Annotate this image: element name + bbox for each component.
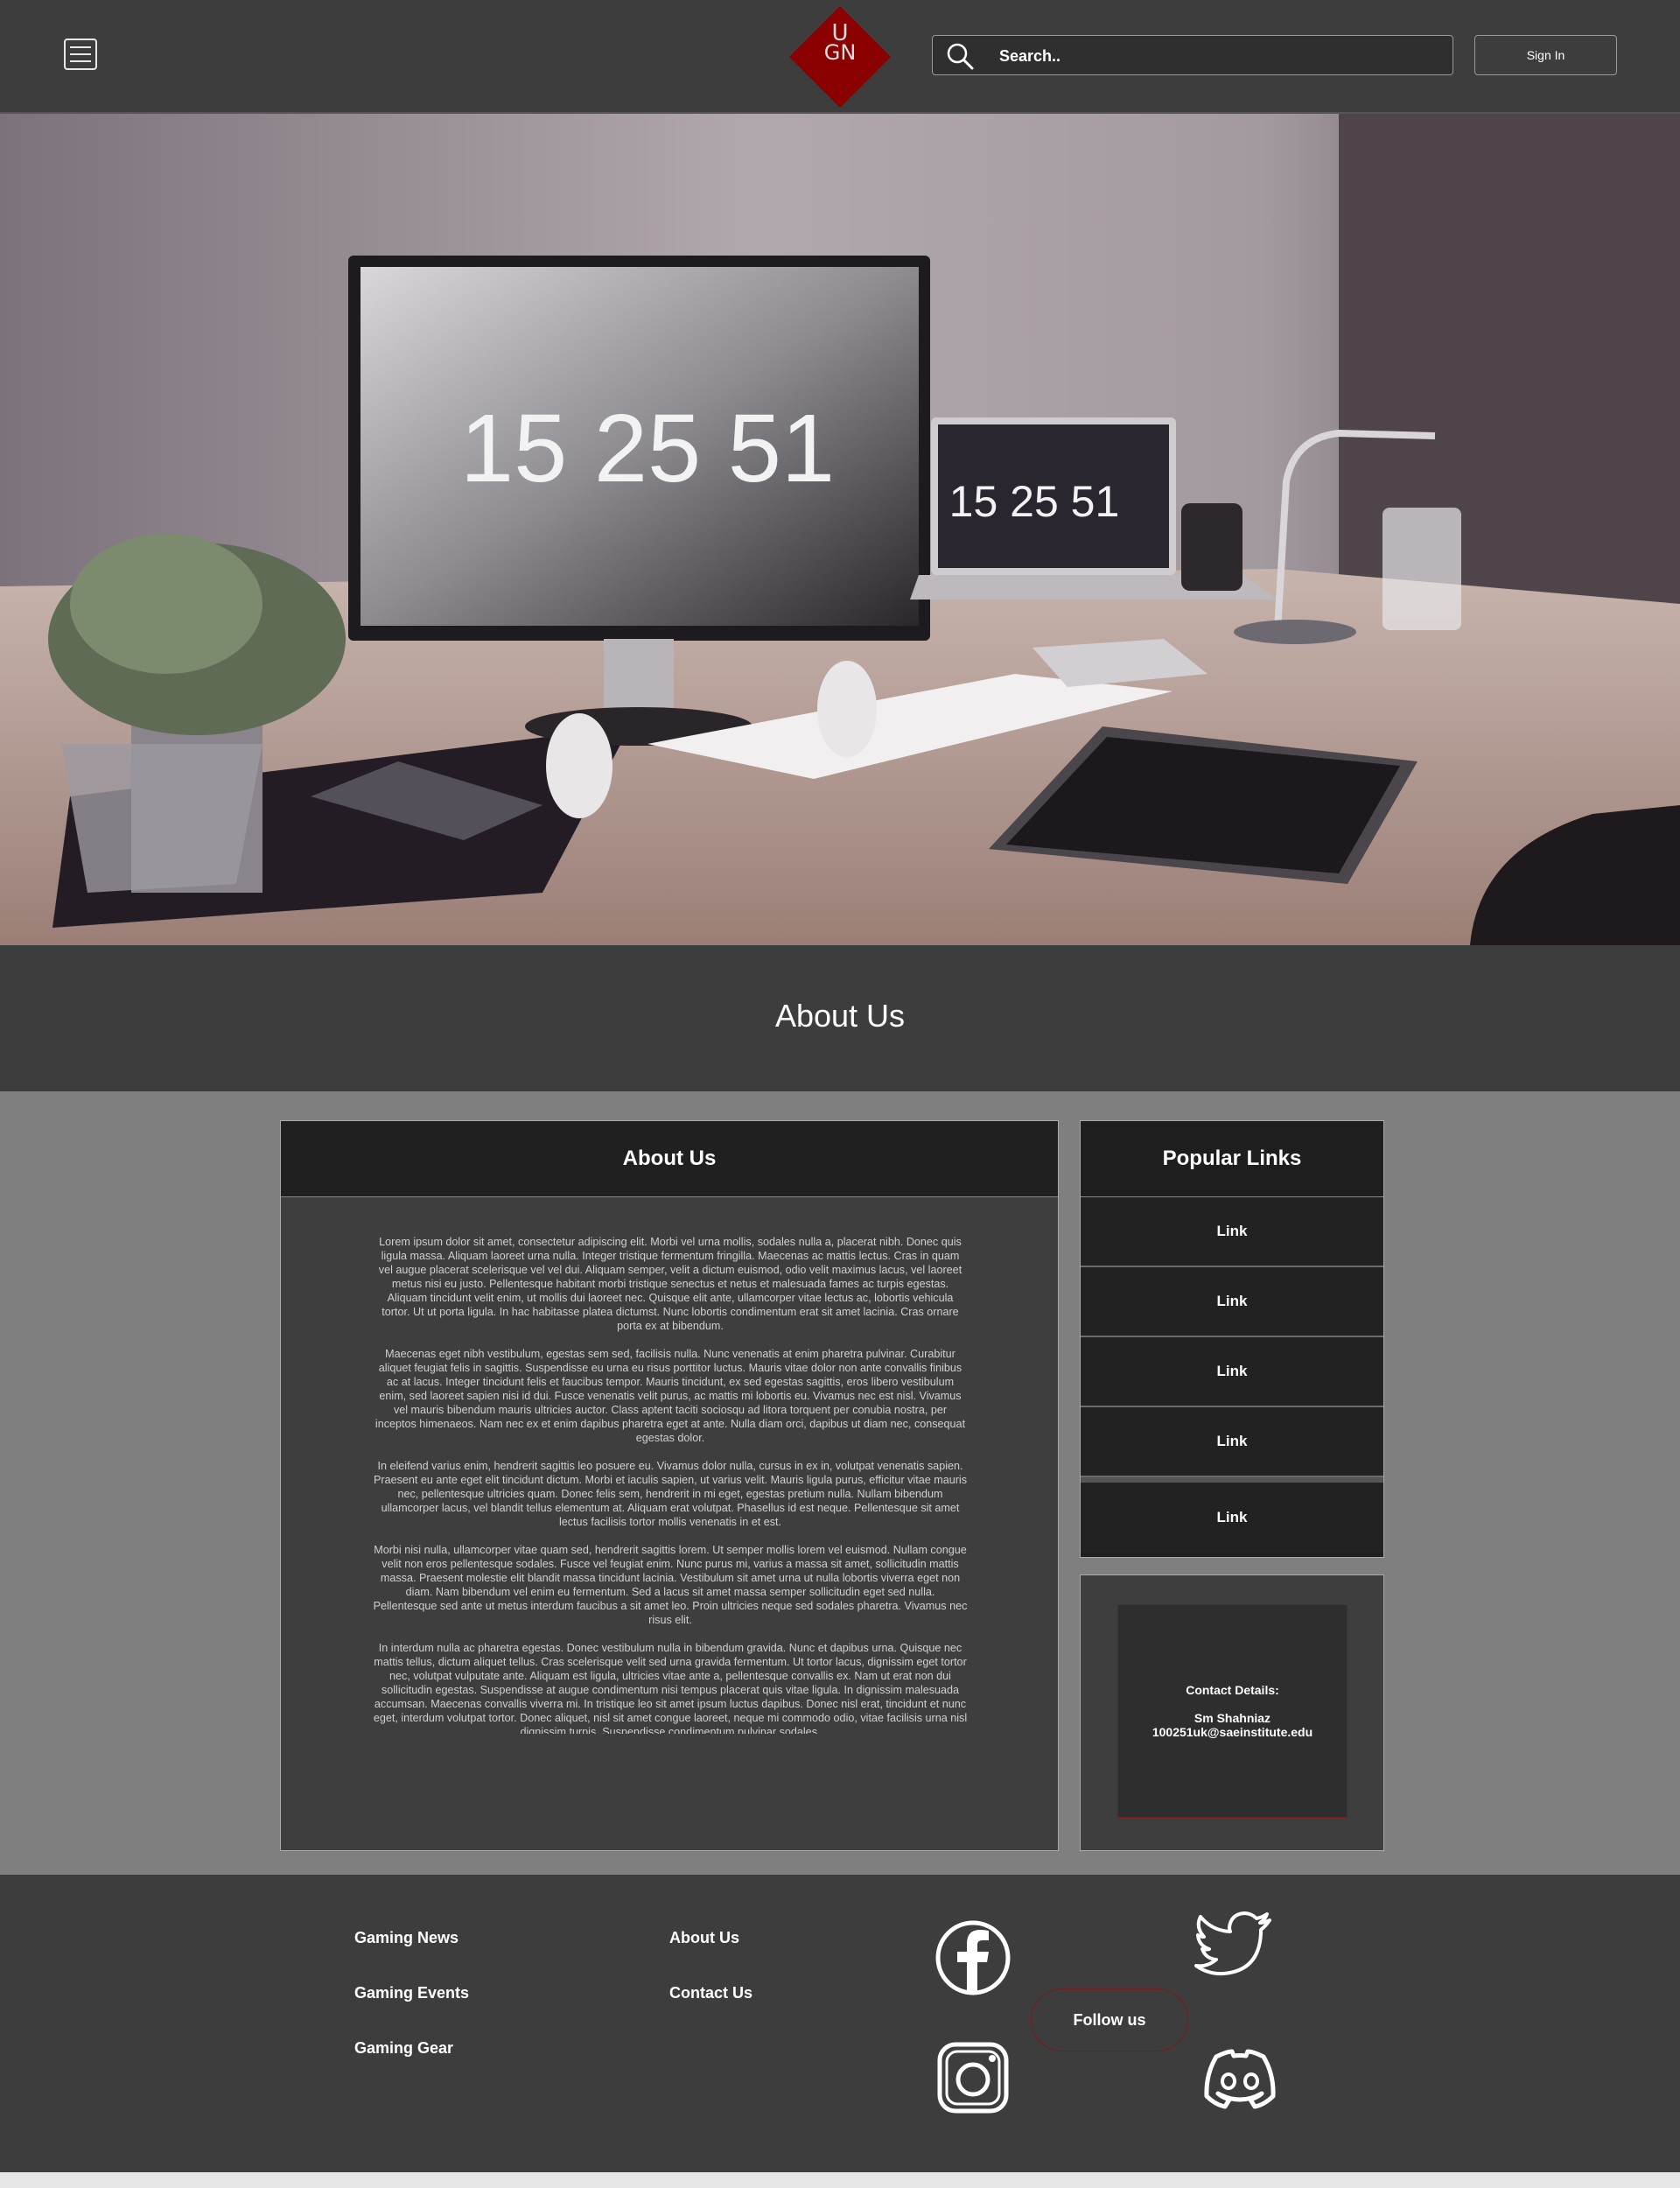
popular-links-card: Popular Links Link Link Link Link Link bbox=[1080, 1120, 1384, 1558]
footer-link-contact-us[interactable]: Contact Us bbox=[669, 1984, 752, 2002]
about-paragraph: Maecenas eget nibh vestibulum, egestas s… bbox=[374, 1348, 966, 1444]
hero-image: 15 25 51 15 25 51 bbox=[0, 114, 1680, 945]
glass-mug bbox=[1382, 508, 1461, 630]
footer-link-gaming-events[interactable]: Gaming Events bbox=[354, 1984, 469, 2002]
about-band: About Us bbox=[0, 945, 1680, 1091]
search-icon[interactable] bbox=[945, 41, 975, 71]
menu-line bbox=[70, 60, 91, 62]
instagram-icon[interactable] bbox=[936, 2041, 1010, 2114]
search-input[interactable] bbox=[998, 36, 1438, 76]
about-paragraph: Lorem ipsum dolor sit amet, consectetur … bbox=[378, 1236, 962, 1332]
contact-title: Contact Details: bbox=[1186, 1683, 1279, 1697]
about-card-title: About Us bbox=[281, 1121, 1058, 1197]
twitter-icon[interactable] bbox=[1194, 1911, 1273, 1981]
site-footer: Gaming News Gaming Events Gaming Gear Ab… bbox=[0, 1875, 1680, 2172]
page-bottom-strip bbox=[0, 2172, 1680, 2188]
bust-statue bbox=[546, 713, 612, 818]
about-paragraph: Morbi nisi nulla, ullamcorper vitae quam… bbox=[373, 1544, 968, 1626]
contact-name: Sm Shahniaz bbox=[1194, 1711, 1271, 1725]
hamburger-menu-icon[interactable] bbox=[64, 39, 97, 70]
about-card: About Us Lorem ipsum dolor sit amet, con… bbox=[280, 1120, 1059, 1851]
about-paragraph: In interdum nulla ac pharetra egestas. D… bbox=[373, 1642, 968, 1734]
monitor-clock-text: 15 25 51 bbox=[460, 395, 835, 502]
logo-line-2: GN bbox=[823, 40, 857, 65]
site-header: U GN Sign In bbox=[0, 0, 1680, 114]
footer-link-gaming-news[interactable]: Gaming News bbox=[354, 1929, 458, 1947]
desk-scene-illustration: 15 25 51 15 25 51 bbox=[0, 114, 1680, 945]
popular-link[interactable]: Link bbox=[1081, 1477, 1383, 1553]
section-title: About Us bbox=[774, 998, 906, 1034]
popular-link[interactable]: Link bbox=[1081, 1197, 1383, 1267]
contact-email[interactable]: 100251uk@saeinstitute.edu bbox=[1152, 1725, 1312, 1739]
site-logo[interactable]: U GN bbox=[788, 4, 892, 109]
menu-line bbox=[70, 53, 91, 55]
popular-link[interactable]: Link bbox=[1081, 1337, 1383, 1407]
content-area: About Us Lorem ipsum dolor sit amet, con… bbox=[0, 1091, 1680, 1875]
pen-holder bbox=[61, 744, 262, 893]
about-card-body: Lorem ipsum dolor sit amet, consectetur … bbox=[373, 1235, 968, 1734]
menu-line bbox=[70, 46, 91, 48]
sign-in-button[interactable]: Sign In bbox=[1474, 35, 1617, 75]
logo-text: U GN bbox=[788, 22, 892, 65]
popular-link[interactable]: Link bbox=[1081, 1267, 1383, 1337]
footer-link-gaming-gear[interactable]: Gaming Gear bbox=[354, 2039, 453, 2058]
contact-details: Contact Details: Sm Shahniaz 100251uk@sa… bbox=[1117, 1604, 1348, 1818]
follow-us-button[interactable]: Follow us bbox=[1031, 1988, 1188, 2051]
facebook-icon[interactable] bbox=[934, 1918, 1012, 1997]
footer-link-about-us[interactable]: About Us bbox=[669, 1929, 739, 1947]
about-paragraph: In eleifend varius enim, hendrerit sagit… bbox=[373, 1460, 968, 1528]
popular-links-title: Popular Links bbox=[1081, 1121, 1383, 1197]
contact-card: Contact Details: Sm Shahniaz 100251uk@sa… bbox=[1080, 1574, 1384, 1851]
discord-icon[interactable] bbox=[1200, 2048, 1279, 2111]
bust-statue bbox=[817, 661, 877, 757]
search-bar bbox=[932, 35, 1453, 76]
popular-link[interactable]: Link bbox=[1081, 1407, 1383, 1477]
laptop-clock-text: 15 25 51 bbox=[949, 477, 1120, 526]
